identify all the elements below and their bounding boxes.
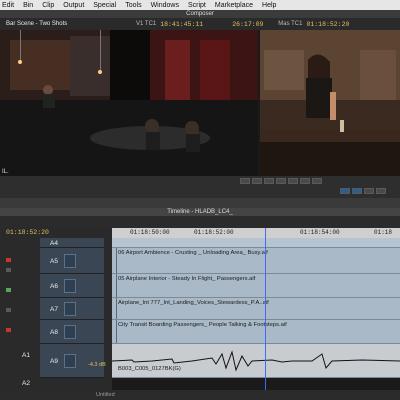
ruler-tick-3: 01:18:54:00 [300, 229, 340, 236]
track-header-a8[interactable]: A8 [40, 320, 104, 344]
track-selector-a8[interactable] [64, 325, 76, 339]
menu-clip[interactable]: Clip [42, 2, 54, 9]
track-header-a9[interactable]: A9 [40, 344, 104, 378]
play-button[interactable] [240, 178, 250, 184]
playhead[interactable] [265, 228, 266, 400]
track-selector-a7[interactable] [64, 302, 76, 316]
record-track-a1[interactable]: A1 [22, 352, 30, 359]
track-a6[interactable]: 05 Airplane Interior - Steady In Flight_… [112, 274, 400, 298]
track-selector-strip [0, 238, 40, 390]
clip-name-a9: B003_C005_0127BK(G) [118, 366, 181, 372]
overwrite-button[interactable] [352, 188, 362, 194]
timeline-timecode: 01:18:52:20 [6, 229, 49, 236]
track-selector-a6[interactable] [64, 279, 76, 293]
track-a5[interactable]: 06 Airport Ambience - Crusting _ Unloadi… [112, 248, 400, 274]
timeline-tools [0, 216, 400, 228]
timeline-title: Timeline - HLADB_LC4_ [0, 208, 400, 216]
menu-help[interactable]: Help [262, 2, 276, 9]
extract-button[interactable] [376, 188, 386, 194]
source-viewer[interactable]: IL. [0, 30, 258, 176]
duration-timecode: 26:17:09 [232, 20, 264, 28]
track-selector-a5[interactable] [64, 254, 76, 268]
ruler-tick-4: 01:18 [374, 229, 393, 236]
track-header-a6[interactable]: A6 [40, 274, 104, 298]
mute-led[interactable] [6, 268, 11, 272]
source-track-label[interactable]: V1 TC1 [136, 21, 156, 27]
volume-readout: -4.3 dB [88, 362, 106, 368]
clip-name-a6: 05 Airplane Interior - Steady In Flight_… [118, 276, 256, 282]
mark-out-button[interactable] [264, 178, 274, 184]
menu-special[interactable]: Special [93, 2, 116, 9]
ruler-tick-2: 01:18:52:00 [194, 229, 234, 236]
source-timecode: 18:41:45:11 [160, 20, 204, 28]
source-frame-image: IL. [0, 30, 258, 176]
lift-button[interactable] [364, 188, 374, 194]
step-back-button[interactable] [276, 178, 286, 184]
menu-bin[interactable]: Bin [23, 2, 33, 9]
menu-script[interactable]: Script [188, 2, 206, 9]
menu-tools[interactable]: Tools [125, 2, 141, 9]
go-to-in-button[interactable] [300, 178, 310, 184]
track-header-a5[interactable]: A5 [40, 248, 104, 274]
solo-led[interactable] [6, 288, 11, 292]
record-track-a2[interactable]: A2 [22, 380, 30, 387]
clip-name-a8: City Transit Boarding Passengers_ People… [118, 322, 287, 328]
record-frame-image [260, 30, 400, 176]
record-timecode: 01:18:52:20 [306, 20, 350, 28]
composer-title: Composer [0, 10, 400, 18]
clip-name-a5: 06 Airport Ambience - Crusting _ Unloadi… [118, 250, 268, 256]
menu-marketplace[interactable]: Marketplace [215, 2, 253, 9]
track-header-a7[interactable]: A7 [40, 298, 104, 320]
mark-in-button[interactable] [252, 178, 262, 184]
splice-in-button[interactable] [340, 188, 350, 194]
mas-label[interactable]: Mas TC1 [278, 21, 302, 27]
timeline-status-bar: Untitled [0, 390, 400, 400]
bottom-label: Untitled [96, 392, 115, 398]
audio-waveform [112, 350, 400, 372]
track-header-a4[interactable]: A4 [40, 238, 104, 248]
viewer-controls [0, 176, 400, 198]
monitor-header: Bar Scene - Two Shots V1 TC1 18:41:45:11… [0, 18, 400, 30]
menu-edit[interactable]: Edit [2, 2, 14, 9]
clip-name-a7: Airplane_Int 777_Int_Landing_Voices_Stew… [118, 300, 269, 306]
track-a8[interactable]: City Transit Boarding Passengers_ People… [112, 320, 400, 344]
menu-windows[interactable]: Windows [151, 2, 179, 9]
svg-text:IL.: IL. [2, 169, 9, 175]
record-viewer[interactable] [260, 30, 400, 176]
menu-bar: Edit Bin Clip Output Special Tools Windo… [0, 0, 400, 10]
tool-strip [0, 198, 400, 208]
go-to-out-button[interactable] [312, 178, 322, 184]
ruler-tick-1: 01:18:50:00 [130, 229, 170, 236]
lock-led[interactable] [6, 308, 11, 312]
timecode-ruler[interactable]: 01:18:50:00 01:18:52:00 01:18:54:00 01:1… [112, 228, 400, 238]
step-forward-button[interactable] [288, 178, 298, 184]
track-a7[interactable]: Airplane_Int 777_Int_Landing_Voices_Stew… [112, 298, 400, 320]
track-a4[interactable] [112, 238, 400, 248]
sequence-name-menu[interactable]: Bar Scene - Two Shots [6, 21, 136, 27]
menu-output[interactable]: Output [63, 2, 84, 9]
record-led[interactable] [6, 258, 11, 262]
track-a9[interactable]: B003_C005_0127BK(G) [112, 344, 400, 378]
record-led-2[interactable] [6, 328, 11, 332]
track-selector-a9[interactable] [64, 354, 76, 368]
